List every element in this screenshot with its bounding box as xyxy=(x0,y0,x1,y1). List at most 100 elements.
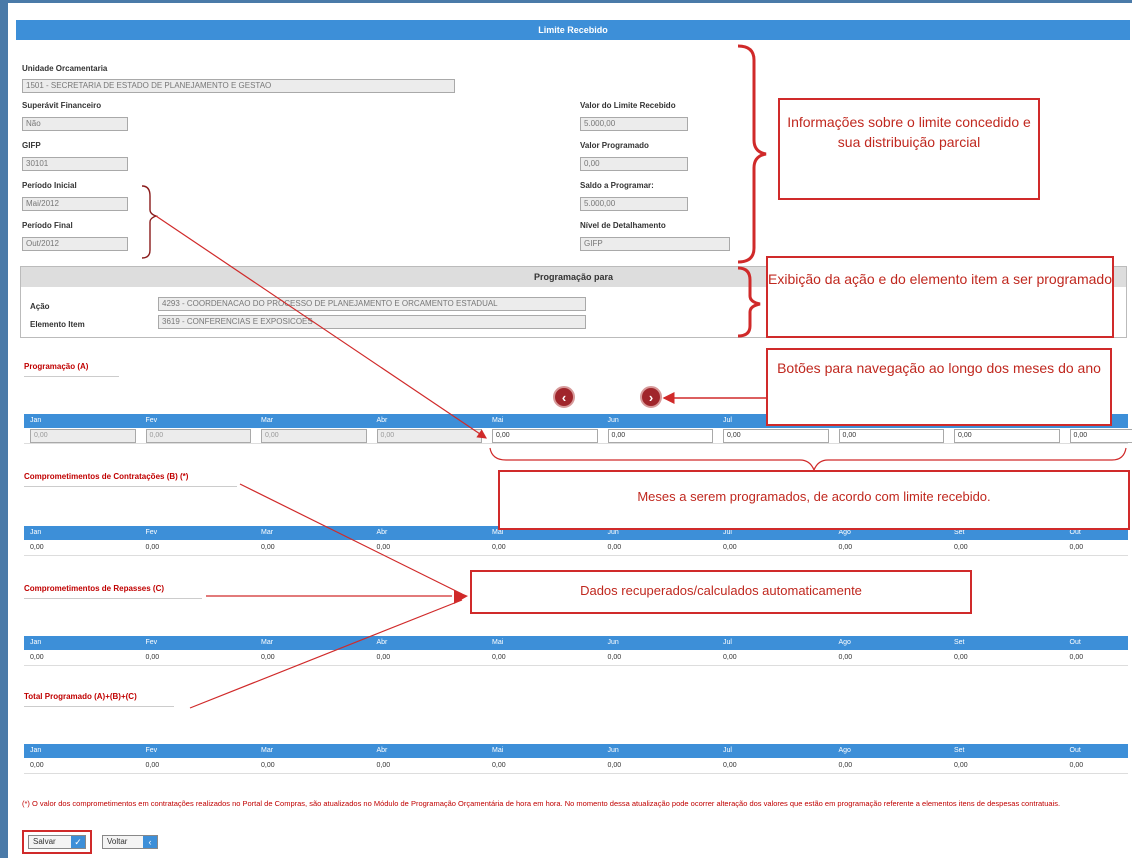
contratacoes-title: Comprometimentos de Contratações (B) (*) xyxy=(24,472,237,487)
repasses-month-header: Jun xyxy=(607,639,619,646)
contratacoes-month-header: Jan xyxy=(30,529,42,536)
contratacoes-month-header: Mar xyxy=(261,529,274,536)
chevron-right-icon[interactable]: › xyxy=(640,386,662,408)
total-month-header: Jan xyxy=(30,747,42,754)
repasses-month-value: 0,00 xyxy=(1069,654,1084,661)
repasses-month-header: Abr xyxy=(376,639,388,646)
programacao-month-header: Mai xyxy=(492,417,504,424)
gifp-label: GIFP xyxy=(22,141,41,150)
programacao-month-header: Jan xyxy=(30,417,42,424)
repasses-month-value: 0,00 xyxy=(492,654,506,661)
total-value-row: 0,00 0,00 0,00 0,00 0,00 0,00 0,00 0,00 0,00 0,00 xyxy=(24,758,1128,774)
acao-field: 4293 - COORDENACAO DO PROCESSO DE PLANEJ… xyxy=(158,297,586,311)
valor-programado-field: 0,00 xyxy=(580,157,688,171)
nivel-label: Nível de Detalhamento xyxy=(580,221,666,230)
contratacoes-month-value: 0,00 xyxy=(607,544,622,551)
valor-limite-field: 5.000,00 xyxy=(580,117,688,131)
periodo-inicial-field: Mai/2012 xyxy=(22,197,128,211)
repasses-month-header: Fev xyxy=(145,639,158,646)
footnote: (*) O valor dos comprometimentos em cont… xyxy=(22,799,1061,808)
total-month-header: Ago xyxy=(838,747,851,754)
contratacoes-month-value: 0,00 xyxy=(376,544,391,551)
contratacoes-month-value: 0,00 xyxy=(145,544,160,551)
total-header-row: Jan Fev Mar Abr Mai Jun Jul Ago Set Out xyxy=(24,744,1128,758)
repasses-month-header: Ago xyxy=(838,639,851,646)
contratacoes-month-value: 0,00 xyxy=(261,544,275,551)
unidade-field: 1501 - SECRETARIA DE ESTADO DE PLANEJAME… xyxy=(22,79,455,93)
contratacoes-month-value: 0,00 xyxy=(492,544,506,551)
nav-callout: Botões para navegação ao longo dos meses… xyxy=(766,348,1112,426)
info-callout: Informações sobre o limite concedido e s… xyxy=(778,98,1040,200)
total-month-value: 0,00 xyxy=(723,762,737,769)
window-title: Limite Recebido xyxy=(16,20,1130,40)
salvar-label: Salvar xyxy=(33,837,56,846)
nivel-field: GIFP xyxy=(580,237,730,251)
check-icon: ✓ xyxy=(71,836,85,848)
total-month-value: 0,00 xyxy=(838,762,853,769)
repasses-title: Comprometimentos de Repasses (C) xyxy=(24,584,202,599)
contratacoes-month-value: 0,00 xyxy=(1069,544,1084,551)
total-month-value: 0,00 xyxy=(145,762,160,769)
total-month-value: 0,00 xyxy=(607,762,622,769)
repasses-month-value: 0,00 xyxy=(261,654,275,661)
voltar-button[interactable]: Voltar ‹ xyxy=(102,835,158,849)
total-month-header: Set xyxy=(954,747,965,754)
repasses-header-row: Jan Fev Mar Abr Mai Jun Jul Ago Set Out xyxy=(24,636,1128,650)
contratacoes-month-value: 0,00 xyxy=(723,544,737,551)
contratacoes-month-value: 0,00 xyxy=(30,544,44,551)
programacao-value-row: 0,00 0,00 0,00 0,00 0,00 0,00 0,00 0,00 0,00 0,00 xyxy=(24,428,1132,444)
month-value-input: 0,00 xyxy=(261,429,367,443)
elemento-field: 3619 - CONFERENCIAS E EXPOSICOES xyxy=(158,315,586,329)
contratacoes-value-row: 0,00 0,00 0,00 0,00 0,00 0,00 0,00 0,00 0,00 0,00 xyxy=(24,540,1128,556)
periodo-inicial-label: Período Inicial xyxy=(22,181,77,190)
valor-limite-label: Valor do Limite Recebido xyxy=(580,101,676,110)
periodo-final-label: Período Final xyxy=(22,221,73,230)
valor-programado-label: Valor Programado xyxy=(580,141,649,150)
total-month-value: 0,00 xyxy=(492,762,506,769)
contratacoes-month-header: Abr xyxy=(376,529,388,536)
total-month-header: Fev xyxy=(145,747,158,754)
total-month-value: 0,00 xyxy=(30,762,44,769)
repasses-month-value: 0,00 xyxy=(607,654,622,661)
elemento-label: Elemento Item xyxy=(30,320,85,329)
periodo-final-field: Out/2012 xyxy=(22,237,128,251)
programacao-month-header: Mar xyxy=(261,417,274,424)
month-value-input[interactable]: 0,00 xyxy=(954,429,1060,443)
salvar-button[interactable]: Salvar ✓ xyxy=(28,835,86,849)
meses-callout: Meses a serem programados, de acordo com… xyxy=(498,470,1130,530)
chevron-left-icon[interactable]: ‹ xyxy=(553,386,575,408)
repasses-month-value: 0,00 xyxy=(954,654,968,661)
contratacoes-grid: Jan Fev Mar Abr Mai Jun Jul Ago Set Out 0,00 0,00 0… xyxy=(24,526,1128,558)
acao-label: Ação xyxy=(30,302,50,311)
month-value-input[interactable]: 0,00 xyxy=(492,429,598,443)
contratacoes-month-value: 0,00 xyxy=(838,544,853,551)
saldo-label: Saldo a Programar: xyxy=(580,181,654,190)
gifp-field: 30101 xyxy=(22,157,128,171)
repasses-month-value: 0,00 xyxy=(838,654,853,661)
repasses-month-value: 0,00 xyxy=(145,654,160,661)
repasses-month-value: 0,00 xyxy=(376,654,391,661)
dados-callout: Dados recuperados/calculados automaticam… xyxy=(470,570,972,614)
total-month-header: Mar xyxy=(261,747,274,754)
total-month-value: 0,00 xyxy=(954,762,968,769)
repasses-month-header: Out xyxy=(1069,639,1081,646)
month-value-input[interactable]: 0,00 xyxy=(1069,429,1132,443)
programacao-month-header: Abr xyxy=(376,417,388,424)
total-month-header: Jul xyxy=(723,747,732,754)
total-month-header: Mai xyxy=(492,747,504,754)
month-value-input[interactable]: 0,00 xyxy=(607,429,713,443)
contratacoes-month-header: Fev xyxy=(145,529,158,536)
repasses-month-value: 0,00 xyxy=(723,654,737,661)
superavit-label: Superávit Financeiro xyxy=(22,101,102,110)
total-grid: Jan Fev Mar Abr Mai Jun Jul Ago Set Out 0,00 0,00 0… xyxy=(24,744,1128,776)
back-arrow-icon: ‹ xyxy=(143,836,157,848)
repasses-month-header: Mar xyxy=(261,639,274,646)
total-month-header: Out xyxy=(1069,747,1081,754)
total-month-value: 0,00 xyxy=(1069,762,1084,769)
unidade-label: Unidade Orcamentaria xyxy=(22,64,108,73)
repasses-value-row: 0,00 0,00 0,00 0,00 0,00 0,00 0,00 0,00 0,00 0,00 xyxy=(24,650,1128,666)
month-value-input: 0,00 xyxy=(376,429,482,443)
month-value-input[interactable]: 0,00 xyxy=(838,429,944,443)
month-value-input[interactable]: 0,00 xyxy=(723,429,829,443)
programacao-title: Programação (A) xyxy=(24,362,119,377)
